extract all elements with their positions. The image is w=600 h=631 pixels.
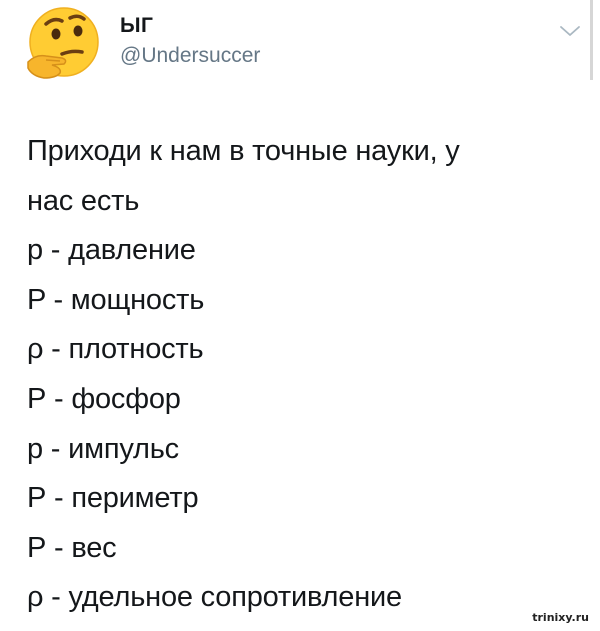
tweet-text-line: Приходи к нам в точные науки, у — [27, 135, 460, 167]
author-display-name[interactable]: ЫГ — [120, 14, 153, 38]
tweet-text-line: Р - вес — [27, 531, 117, 564]
tweet-text-line: P - мощность — [27, 283, 205, 316]
watermark: trinixy.ru — [529, 610, 592, 625]
tweet-text-line: нас есть — [27, 184, 140, 217]
tweet-text: Приходи к нам в точные науки, у нас есть… — [27, 127, 567, 623]
divider — [590, 0, 593, 80]
tweet-text-line: p - давление — [27, 234, 196, 267]
author-handle[interactable]: @Undersuccer — [120, 44, 260, 68]
chevron-down-icon[interactable] — [559, 24, 581, 38]
avatar[interactable] — [22, 4, 102, 84]
thinking-face-icon — [27, 7, 99, 79]
tweet-text-line: Р - фосфор — [27, 382, 181, 415]
tweet-text-line: ρ - плотность — [27, 333, 204, 366]
tweet-text-line: Р - периметр — [27, 482, 199, 515]
tweet-text-line: ρ - удельное сопротивление — [27, 581, 402, 614]
tweet: ЫГ @Undersuccer Приходи к нам в точные н… — [0, 0, 600, 631]
tweet-text-line: р - импульс — [27, 432, 179, 465]
